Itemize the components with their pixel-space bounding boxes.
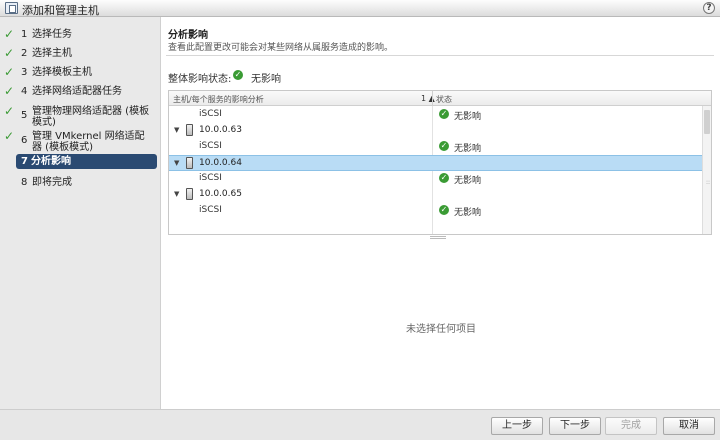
scrollbar-thumb[interactable] xyxy=(704,110,710,134)
overall-status-label: 整体影响状态: xyxy=(168,74,232,85)
service-name: iSCSI xyxy=(199,205,222,215)
overall-status-value: 无影响 xyxy=(251,74,281,85)
ok-status-icon: ✓ xyxy=(233,70,243,80)
wizard-steps-sidebar: ✓ 1 选择任务 ✓ 2 选择主机 ✓ 3 选择模板主机 ✓ 4 选择网络适配器… xyxy=(0,17,161,409)
step-label: 即将完成 xyxy=(32,177,72,188)
checkmark-icon: ✓ xyxy=(4,27,15,41)
title-bar: 添加和管理主机 ? xyxy=(0,0,720,17)
wizard-footer: 上一步 下一步 完成 取消 xyxy=(0,409,720,440)
resize-grip-icon[interactable]: :: xyxy=(706,180,710,189)
host-name: 10.0.0.64 xyxy=(199,158,242,168)
step-label: 选择模板主机 xyxy=(32,67,92,78)
host-icon xyxy=(186,157,193,169)
checkmark-icon: ✓ xyxy=(4,65,15,79)
service-name: iSCSI xyxy=(199,173,222,183)
step-7-active[interactable]: 7 分析影响 xyxy=(16,154,157,169)
column-header-status[interactable]: 状态 xyxy=(436,94,452,105)
ok-status-icon: ✓ xyxy=(439,109,449,119)
step-label: 选择主机 xyxy=(32,48,72,59)
status-text: 无影响 xyxy=(454,176,482,186)
checkmark-icon: ✓ xyxy=(4,129,15,143)
main-panel: 分析影响 查看此配置更改可能会对某些网络从属服务造成的影响。 整体影响状态: ✓… xyxy=(162,17,720,409)
service-name: iSCSI xyxy=(199,141,222,151)
service-name: iSCSI xyxy=(199,109,222,119)
collapse-arrow-icon[interactable]: ▼ xyxy=(174,126,179,134)
step-5[interactable]: ✓ 5 管理物理网络适配器 (模板模式) xyxy=(0,104,161,128)
finish-button[interactable]: 完成 xyxy=(605,417,657,435)
checkmark-icon: ✓ xyxy=(4,46,15,60)
status-text: 无影响 xyxy=(454,144,482,154)
divider xyxy=(166,55,714,56)
table-row[interactable]: iSCSI ✓ 无影响 xyxy=(169,171,702,187)
impact-grid: 主机/每个服务的影响分析 1 ▲ 状态 iSCSI ✓ 无影响 ▼ 10.0.0… xyxy=(168,90,712,235)
checkmark-icon: ✓ xyxy=(4,84,15,98)
checkmark-icon: ✓ xyxy=(4,104,15,118)
step-label: 选择任务 xyxy=(32,29,72,40)
ok-status-icon: ✓ xyxy=(439,173,449,183)
empty-details-message: 未选择任何项目 xyxy=(406,324,476,335)
column-header-host[interactable]: 主机/每个服务的影响分析 xyxy=(173,94,264,105)
status-text: 无影响 xyxy=(454,112,482,122)
splitter-handle[interactable] xyxy=(430,236,446,239)
step-label: 管理物理网络适配器 (模板模式) xyxy=(32,106,150,128)
window-title: 添加和管理主机 xyxy=(22,4,99,17)
help-icon[interactable]: ? xyxy=(703,2,715,14)
vertical-scrollbar[interactable] xyxy=(702,106,711,234)
table-row[interactable]: ▼ 10.0.0.65 xyxy=(169,187,702,203)
table-row-selected[interactable]: ▼ 10.0.0.64 xyxy=(169,155,702,171)
host-wizard-icon xyxy=(5,2,18,14)
host-icon xyxy=(186,188,193,200)
table-row[interactable]: iSCSI ✓ 无影响 xyxy=(169,203,702,219)
table-row[interactable]: iSCSI ✓ 无影响 xyxy=(169,139,702,155)
status-text: 无影响 xyxy=(454,208,482,218)
grid-header: 主机/每个服务的影响分析 1 ▲ 状态 xyxy=(169,91,711,106)
table-row[interactable]: ▼ 10.0.0.63 xyxy=(169,123,702,139)
step-6[interactable]: ✓ 6 管理 VMkernel 网络适配器 (模板模式) xyxy=(0,129,161,153)
step-label: 分析影响 xyxy=(31,156,71,167)
column-divider[interactable] xyxy=(432,91,433,106)
host-icon xyxy=(186,124,193,136)
cancel-button[interactable]: 取消 xyxy=(663,417,715,435)
collapse-arrow-icon[interactable]: ▼ xyxy=(174,190,179,198)
section-description: 查看此配置更改可能会对某些网络从属服务造成的影响。 xyxy=(168,43,394,53)
next-button[interactable]: 下一步 xyxy=(549,417,601,435)
step-label: 选择网络适配器任务 xyxy=(32,86,122,97)
step-label: 管理 VMkernel 网络适配器 (模板模式) xyxy=(32,131,145,153)
host-name: 10.0.0.63 xyxy=(199,125,242,135)
back-button[interactable]: 上一步 xyxy=(491,417,543,435)
ok-status-icon: ✓ xyxy=(439,205,449,215)
table-row[interactable]: iSCSI ✓ 无影响 xyxy=(169,107,702,123)
ok-status-icon: ✓ xyxy=(439,141,449,151)
collapse-arrow-icon[interactable]: ▼ xyxy=(174,159,179,167)
section-title: 分析影响 xyxy=(168,30,208,41)
host-name: 10.0.0.65 xyxy=(199,189,242,199)
